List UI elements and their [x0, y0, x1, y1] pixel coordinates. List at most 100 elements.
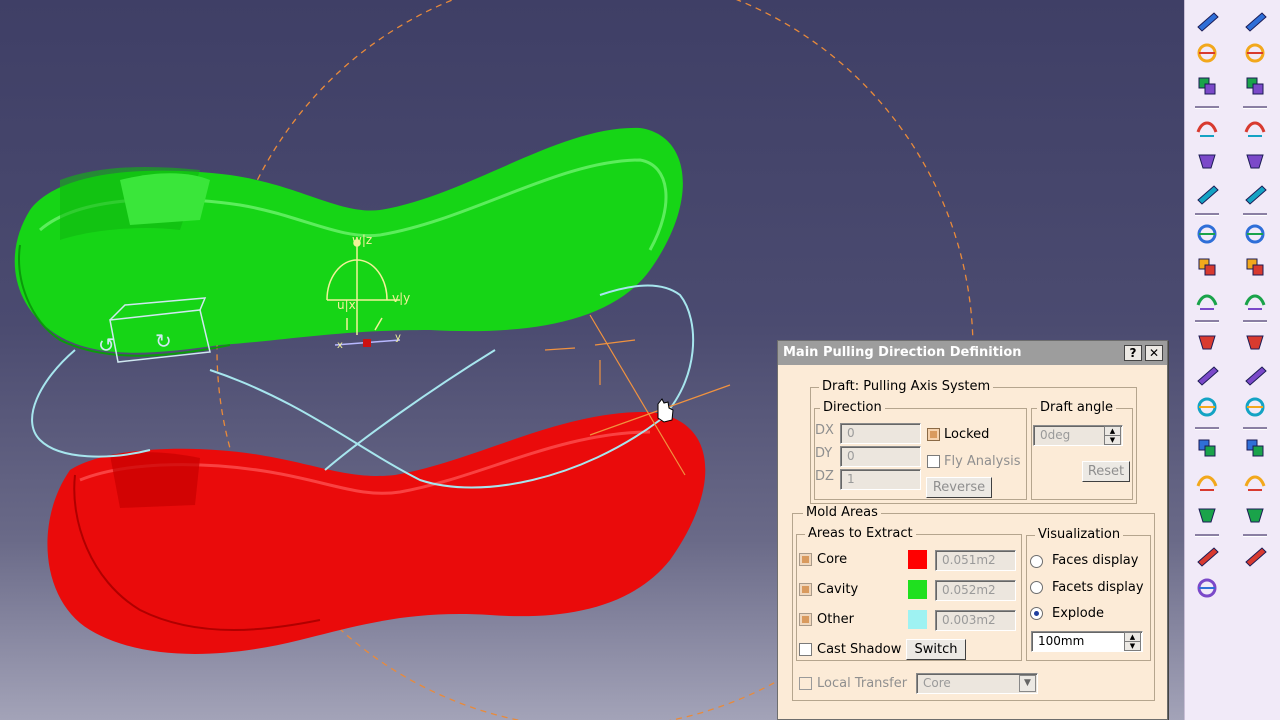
- dx-field[interactable]: 0: [840, 423, 921, 444]
- dx-label: DX: [815, 423, 834, 438]
- loft-icon[interactable]: [1241, 467, 1269, 495]
- local-transfer-checkbox[interactable]: [799, 677, 812, 690]
- facets-display-label: Facets display: [1052, 580, 1144, 595]
- pulling-direction-dialog: Main Pulling Direction Definition ? ✕ Dr…: [777, 340, 1168, 720]
- draft-angle-spinner[interactable]: ▲ ▼: [1104, 426, 1121, 445]
- help-button[interactable]: ?: [1124, 345, 1142, 361]
- faces-display-radio[interactable]: [1030, 555, 1043, 568]
- axis-u-label: u|x: [337, 298, 356, 312]
- toolbar-separator: [1195, 534, 1219, 537]
- faces-display-label: Faces display: [1052, 553, 1139, 568]
- cavity-label: Cavity: [817, 582, 859, 597]
- book-icon[interactable]: [1193, 467, 1221, 495]
- toolbar-separator: [1195, 427, 1219, 430]
- explode-label: Explode: [1052, 606, 1104, 621]
- dy-field[interactable]: 0: [840, 446, 921, 467]
- close-button[interactable]: ✕: [1145, 345, 1163, 361]
- local-transfer-value: Core: [923, 676, 951, 690]
- offset-icon[interactable]: [1241, 500, 1269, 528]
- fly-analysis-checkbox[interactable]: [927, 455, 940, 468]
- extrude-icon[interactable]: [1193, 393, 1221, 421]
- axis-v-label: v|y: [392, 291, 410, 305]
- fly-analysis-label: Fly Analysis: [944, 454, 1021, 469]
- pulling-direction-icon[interactable]: [1193, 286, 1221, 314]
- other-checkbox[interactable]: [799, 613, 812, 626]
- direction-group-label: Direction: [820, 400, 885, 416]
- surface-icon[interactable]: [1193, 113, 1221, 141]
- cavity-color-swatch: [908, 580, 927, 599]
- undo-icon[interactable]: [1193, 179, 1221, 207]
- right-toolbar: [1184, 0, 1280, 720]
- sweep-icon[interactable]: [1193, 72, 1221, 100]
- chevron-down-icon[interactable]: ▼: [1019, 675, 1036, 692]
- toolbar-separator: [1195, 320, 1219, 323]
- colors-icon[interactable]: [1241, 220, 1269, 248]
- snap-icon[interactable]: [1241, 113, 1269, 141]
- blend-icon[interactable]: [1193, 146, 1221, 174]
- hand-cursor-icon: [657, 398, 674, 423]
- switch-button[interactable]: Switch: [906, 639, 966, 660]
- reverse-button[interactable]: Reverse: [926, 477, 992, 498]
- local-transfer-select[interactable]: Core ▼: [916, 673, 1038, 694]
- toolbar-separator: [1243, 534, 1267, 537]
- draft-icon[interactable]: [1241, 327, 1269, 355]
- core-label: Core: [817, 552, 848, 567]
- plane-icon[interactable]: [1193, 39, 1221, 67]
- explode-radio[interactable]: [1030, 607, 1043, 620]
- cavity-part[interactable]: [14, 127, 683, 357]
- other-area-field: 0.003m2: [935, 610, 1016, 631]
- core-area-field: 0.051m2: [935, 550, 1016, 571]
- tree-icon[interactable]: [1241, 72, 1269, 100]
- other-color-swatch: [908, 610, 927, 629]
- text-abc-icon[interactable]: [1193, 541, 1221, 569]
- annotation-icon[interactable]: [1193, 574, 1221, 602]
- other-label: Other: [817, 612, 854, 627]
- select-arrow-icon[interactable]: [1241, 6, 1269, 34]
- draft-angle-group: Draft angle: [1031, 400, 1133, 500]
- hierarchy-icon[interactable]: [1241, 179, 1269, 207]
- dy-label: DY: [815, 446, 833, 461]
- svg-text:↻: ↻: [155, 329, 172, 353]
- line-icon[interactable]: [1193, 6, 1221, 34]
- sketch-icon[interactable]: [1241, 39, 1269, 67]
- curve-icon[interactable]: [1241, 286, 1269, 314]
- split-icon[interactable]: [1193, 360, 1221, 388]
- cast-shadow-checkbox[interactable]: [799, 643, 812, 656]
- dz-field[interactable]: 1: [840, 469, 921, 490]
- cavity-checkbox[interactable]: [799, 583, 812, 596]
- toolbar-separator: [1243, 106, 1267, 109]
- visualization-label: Visualization: [1035, 527, 1124, 543]
- toolbar-separator: [1195, 106, 1219, 109]
- redo-icon[interactable]: [1193, 220, 1221, 248]
- axis-small-x: x: [337, 340, 343, 351]
- toolbar-separator: [1243, 320, 1267, 323]
- multi-surface-icon[interactable]: [1193, 434, 1221, 462]
- mirror-icon[interactable]: [1241, 360, 1269, 388]
- cast-shadow-label: Cast Shadow: [817, 642, 902, 657]
- svg-text:↺: ↺: [98, 333, 115, 357]
- join-icon[interactable]: [1193, 500, 1221, 528]
- surface-blue-icon[interactable]: [1241, 393, 1269, 421]
- box-icon[interactable]: [1193, 327, 1221, 355]
- draft-angle-label: Draft angle: [1037, 400, 1116, 416]
- core-part[interactable]: [47, 411, 706, 654]
- facets-display-radio[interactable]: [1030, 581, 1043, 594]
- toolbar-separator: [1195, 213, 1219, 216]
- draft-group-label: Draft: Pulling Axis System: [819, 379, 994, 395]
- patch-icon[interactable]: [1241, 253, 1269, 281]
- dz-label: DZ: [815, 469, 834, 484]
- core-checkbox[interactable]: [799, 553, 812, 566]
- core-cavity-icon[interactable]: [1193, 253, 1221, 281]
- locked-checkbox[interactable]: [927, 428, 940, 441]
- local-transfer-label: Local Transfer: [817, 676, 908, 691]
- axis-small-y: y: [395, 332, 401, 343]
- explode-spinner[interactable]: ▲ ▼: [1124, 632, 1141, 651]
- reset-button[interactable]: Reset: [1082, 461, 1130, 482]
- locked-label: Locked: [944, 427, 990, 442]
- areas-to-extract-label: Areas to Extract: [805, 526, 916, 542]
- axis-icon[interactable]: [1241, 146, 1269, 174]
- fill-icon[interactable]: [1241, 434, 1269, 462]
- blue-wave-icon[interactable]: [1241, 541, 1269, 569]
- mold-areas-label: Mold Areas: [803, 505, 881, 521]
- cavity-area-field: 0.052m2: [935, 580, 1016, 601]
